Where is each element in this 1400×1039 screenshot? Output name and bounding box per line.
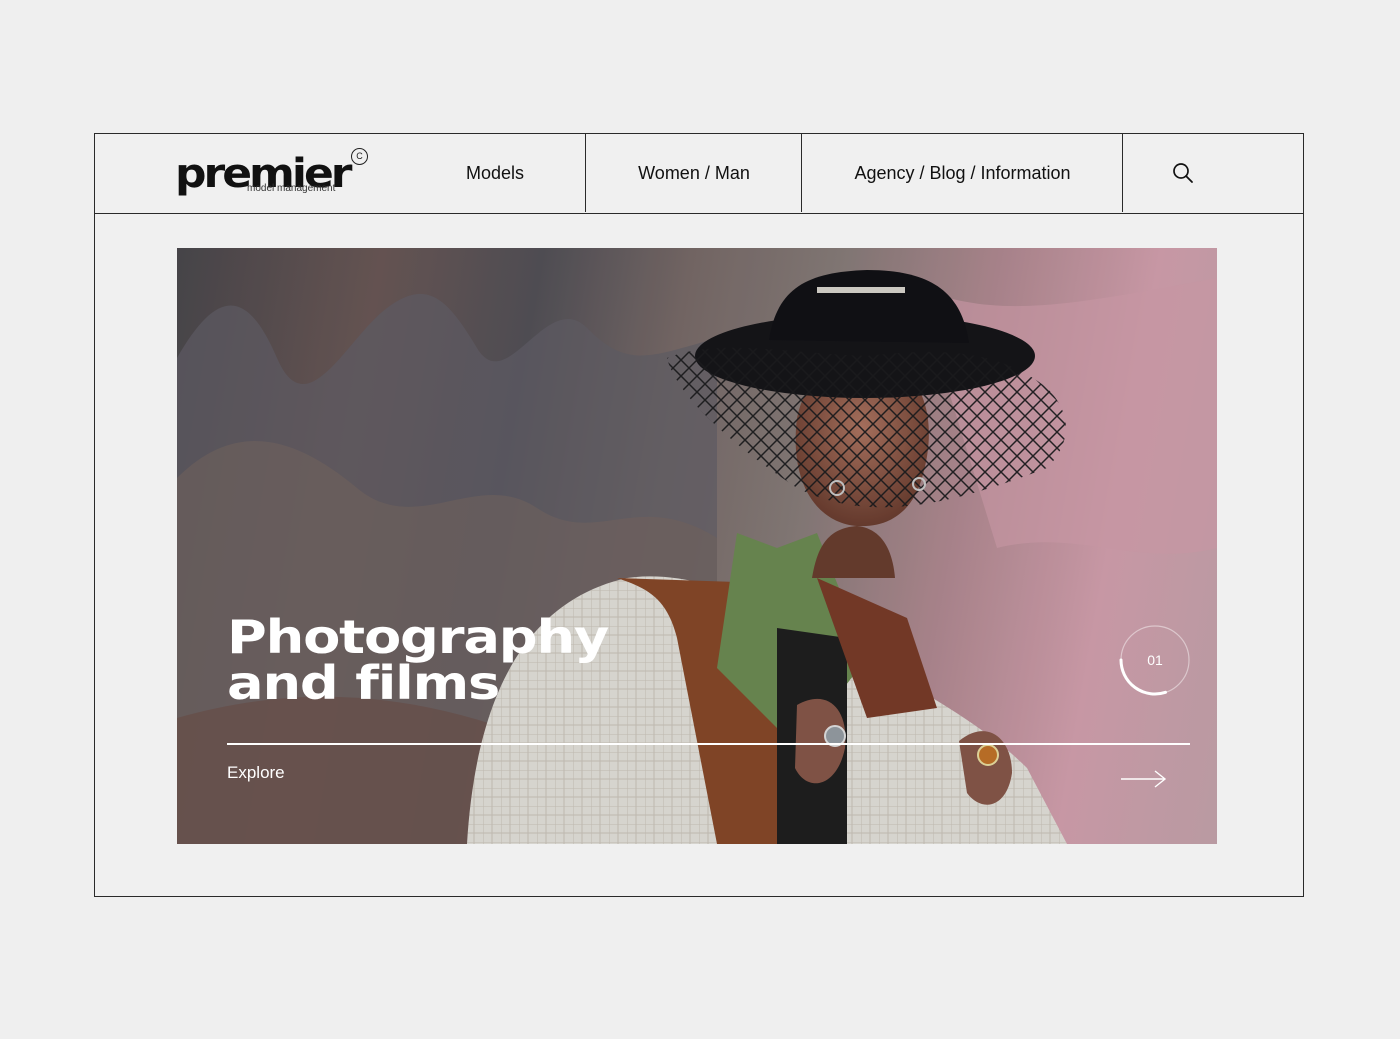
search-button[interactable] xyxy=(1122,134,1243,212)
slide-counter[interactable]: 01 xyxy=(1119,624,1191,696)
nav-item-agency-blog-information[interactable]: Agency / Blog / Information xyxy=(801,134,1123,212)
nav-item-women-man[interactable]: Women / Man xyxy=(585,134,802,212)
arrow-right-icon xyxy=(1121,770,1167,788)
top-navigation: premier model management C Models Women … xyxy=(95,134,1303,214)
slide-number: 01 xyxy=(1147,652,1163,668)
copyright-mark: C xyxy=(351,148,368,165)
nav-item-models[interactable]: Models xyxy=(430,134,560,212)
brand-logo[interactable]: premier model management C xyxy=(175,146,375,206)
hero-title-line-2: and films xyxy=(227,656,500,710)
hero-banner: Photography and films 01 Explore xyxy=(177,248,1217,844)
explore-link[interactable]: Explore xyxy=(227,763,285,783)
brand-subtitle: model management xyxy=(247,183,336,194)
hero-title: Photography and films xyxy=(227,610,609,710)
hero-title-line-1: Photography xyxy=(227,610,609,664)
search-icon xyxy=(1173,163,1193,183)
page-frame: premier model management C Models Women … xyxy=(94,133,1304,897)
hero-divider xyxy=(227,743,1190,745)
hero-photo xyxy=(177,248,1217,844)
